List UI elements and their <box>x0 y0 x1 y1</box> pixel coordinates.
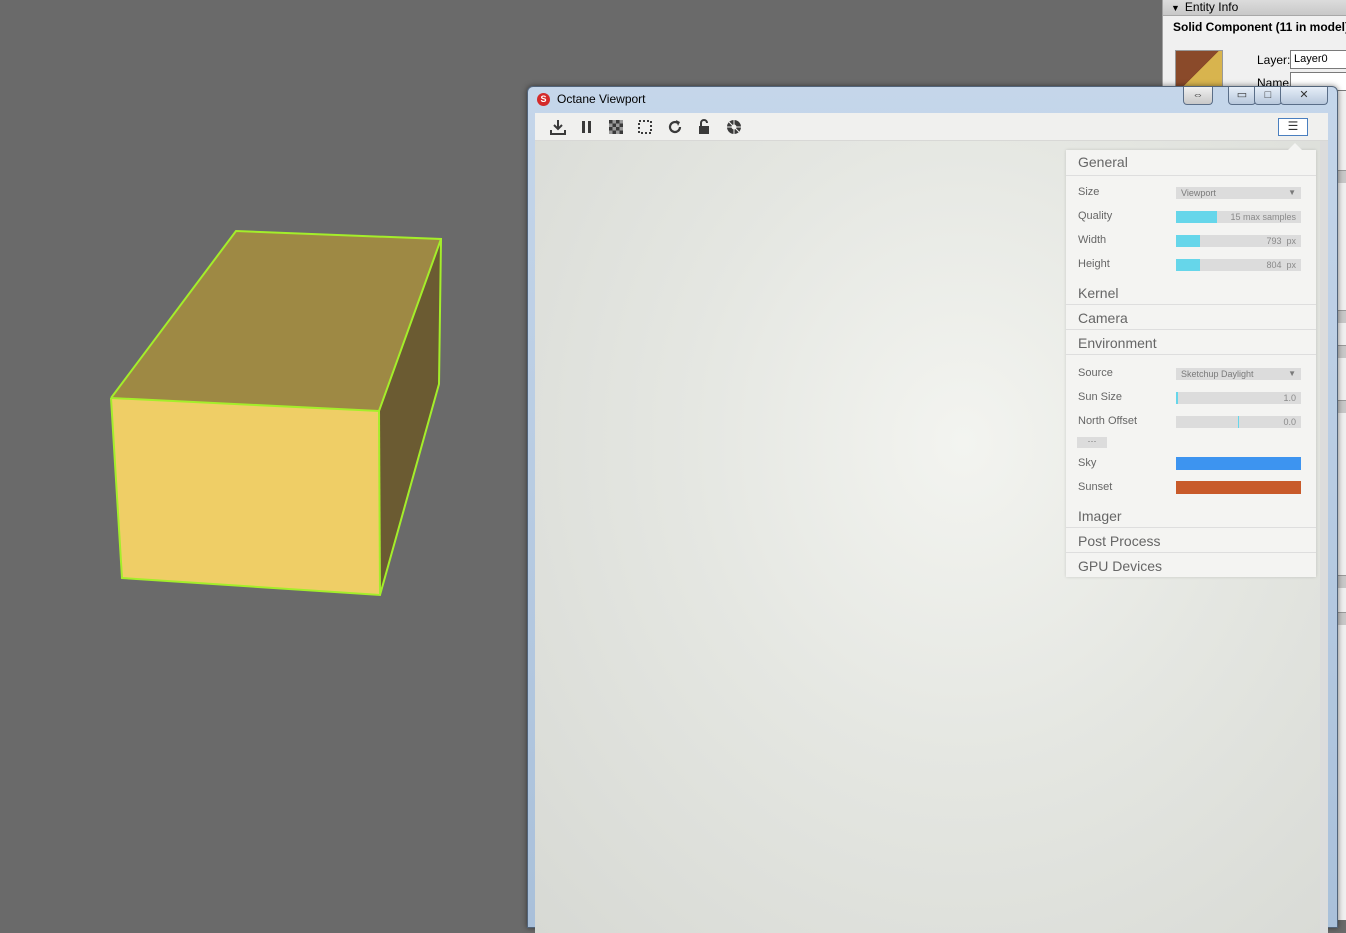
viewport-toolbar: ☰ <box>535 113 1328 141</box>
quality-value: 15 max samples <box>1230 212 1296 222</box>
section-camera[interactable]: Camera <box>1078 310 1128 326</box>
north-offset-slider[interactable]: 0.0 <box>1176 416 1301 428</box>
size-value: Viewport <box>1181 188 1216 198</box>
layer-label: Layer: <box>1257 53 1291 67</box>
section-divider <box>1066 552 1316 553</box>
refresh-icon[interactable] <box>666 118 684 136</box>
render-settings-panel: General Size Viewport ▼ Quality 15 max s… <box>1066 143 1316 577</box>
quality-slider[interactable]: 15 max samples <box>1176 211 1301 223</box>
layer-select[interactable]: Layer0 <box>1290 50 1346 69</box>
vertical-scrollbar[interactable] <box>1320 141 1328 933</box>
width-slider[interactable]: 793 px <box>1176 235 1301 247</box>
section-divider <box>1066 527 1316 528</box>
window-titlebar[interactable]: S Octane Viewport ⇔ ▭ □ ✕ <box>528 87 1337 113</box>
window-title: Octane Viewport <box>557 92 646 106</box>
height-value: 804 <box>1266 260 1282 270</box>
north-offset-value: 0.0 <box>1283 417 1296 427</box>
download-icon[interactable] <box>549 118 567 136</box>
sketchup-app-icon: S <box>537 93 550 106</box>
maximize-button[interactable]: □ <box>1254 87 1282 105</box>
section-general[interactable]: General <box>1078 154 1128 170</box>
viewport-client: ☰ General Size Viewport ▼ Quality 15 max… <box>535 113 1328 933</box>
height-fill <box>1176 259 1200 271</box>
section-kernel[interactable]: Kernel <box>1078 285 1118 301</box>
source-label: Source <box>1078 367 1113 379</box>
entity-subtitle: Solid Component (11 in model) <box>1173 20 1346 34</box>
size-label: Size <box>1078 186 1100 198</box>
octane-viewport-window: S Octane Viewport ⇔ ▭ □ ✕ ☰ General Size… <box>527 86 1338 933</box>
pause-icon[interactable] <box>578 118 596 136</box>
section-gpu-devices[interactable]: GPU Devices <box>1078 558 1162 574</box>
minimize-button[interactable]: ▭ <box>1228 87 1256 105</box>
section-divider <box>1066 304 1316 305</box>
north-offset-label: North Offset <box>1078 415 1138 427</box>
sketchup-scene[interactable] <box>0 0 540 920</box>
sunset-label: Sunset <box>1078 481 1113 493</box>
north-offset-marker <box>1238 416 1239 428</box>
sun-size-value: 1.0 <box>1283 393 1296 403</box>
height-label: Height <box>1078 258 1110 270</box>
section-divider <box>1066 175 1316 176</box>
region-select-icon[interactable] <box>636 118 654 136</box>
source-dropdown[interactable]: Sketchup Daylight ▼ <box>1176 368 1301 380</box>
resize-button[interactable]: ⇔ <box>1183 87 1213 105</box>
section-environment[interactable]: Environment <box>1078 335 1157 351</box>
sky-label: Sky <box>1078 457 1097 469</box>
height-slider[interactable]: 804 px <box>1176 259 1301 271</box>
quality-label: Quality <box>1078 210 1113 222</box>
height-unit: px <box>1286 260 1296 270</box>
aperture-icon[interactable] <box>725 118 743 136</box>
close-button[interactable]: ✕ <box>1280 87 1328 105</box>
sun-size-label: Sun Size <box>1078 391 1123 403</box>
box-front-face[interactable] <box>111 398 380 595</box>
width-value: 793 <box>1266 236 1282 246</box>
settings-menu-button[interactable]: ☰ <box>1278 118 1308 136</box>
sunset-color-swatch[interactable] <box>1176 481 1301 494</box>
sun-size-slider[interactable]: 1.0 <box>1176 392 1301 404</box>
box-selection-edge-vertical <box>378 410 381 596</box>
section-imager[interactable]: Imager <box>1078 508 1122 524</box>
section-post-process[interactable]: Post Process <box>1078 533 1160 549</box>
collapse-triangle-icon[interactable]: ▼ <box>1171 3 1180 13</box>
source-value: Sketchup Daylight <box>1181 369 1254 379</box>
width-label: Width <box>1078 234 1107 246</box>
quality-fill <box>1176 211 1218 223</box>
sky-color-swatch[interactable] <box>1176 457 1301 470</box>
unlock-icon[interactable] <box>695 118 713 136</box>
panel-pointer <box>1288 143 1302 150</box>
section-divider <box>1066 354 1316 355</box>
width-fill <box>1176 235 1200 247</box>
dropdown-arrow-icon: ▼ <box>1288 188 1296 197</box>
size-dropdown[interactable]: Viewport ▼ <box>1176 187 1301 199</box>
section-divider <box>1066 329 1316 330</box>
more-options-button[interactable]: ··· <box>1077 437 1107 448</box>
sun-size-marker <box>1176 392 1178 404</box>
width-unit: px <box>1286 236 1296 246</box>
checkerboard-icon[interactable] <box>607 118 625 136</box>
entity-info-title: Entity Info <box>1184 0 1239 14</box>
dropdown-arrow-icon: ▼ <box>1288 369 1296 378</box>
entity-info-header[interactable]: ▼ Entity Info <box>1163 0 1346 16</box>
